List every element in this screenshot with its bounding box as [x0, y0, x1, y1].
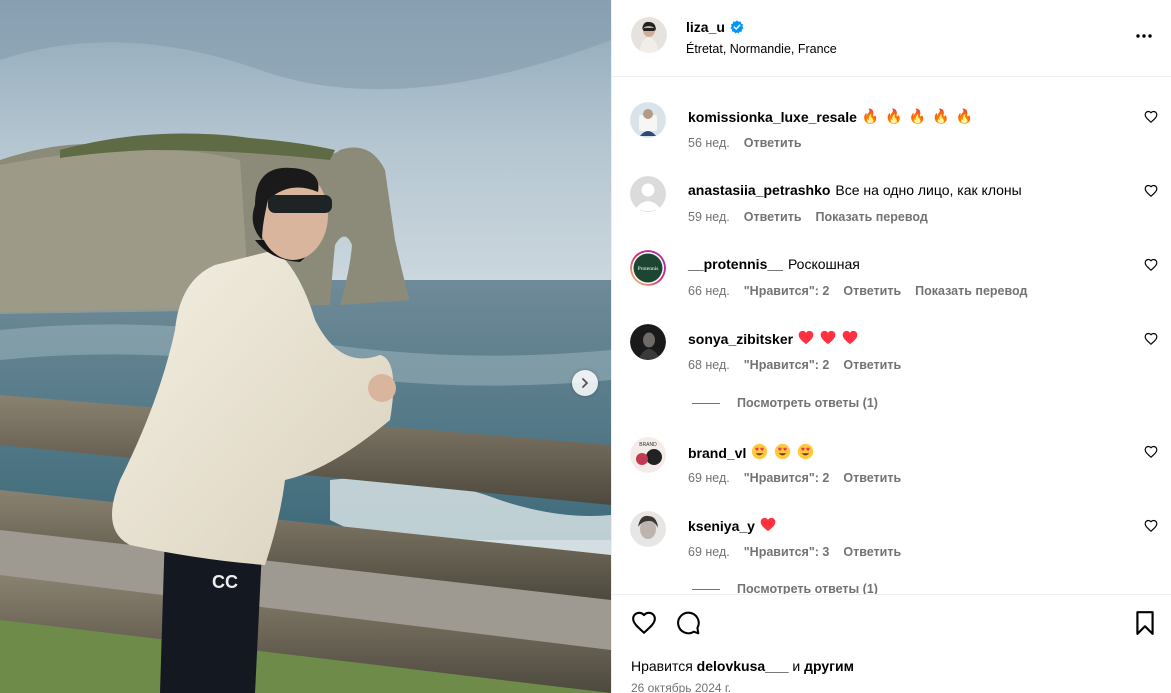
author-username-row: liza_u	[686, 19, 744, 35]
likes-and: и	[792, 658, 801, 674]
post-panel: liza_u Étretat, Normandie, France komiss…	[611, 0, 1171, 693]
photo-image: CC	[0, 0, 611, 693]
fire-emoji: 🔥	[908, 108, 927, 124]
post-footer: Нравится delovkusa___ и другим 26 октябр…	[612, 594, 1171, 693]
commenter-avatar[interactable]	[630, 324, 666, 360]
view-replies-label: Посмотреть ответы (1)	[737, 396, 878, 410]
post-location[interactable]: Étretat, Normandie, France	[686, 42, 837, 56]
heart-eyes-emoji	[775, 443, 791, 460]
small-heart-icon[interactable]	[1144, 332, 1158, 346]
view-replies-label: Посмотреть ответы (1)	[737, 582, 878, 594]
heart-emoji	[842, 330, 858, 345]
comment-emoji	[798, 330, 864, 348]
show-translation-button[interactable]: Показать перевод	[816, 210, 928, 224]
author-username[interactable]: liza_u	[686, 19, 725, 35]
comment-age[interactable]: 59 нед.	[688, 210, 730, 224]
replies-divider	[692, 588, 720, 590]
replies-divider	[692, 402, 720, 404]
small-heart-icon[interactable]	[1144, 110, 1158, 124]
heart-emoji	[798, 330, 814, 345]
commenter-avatar[interactable]	[630, 102, 666, 138]
comment-age[interactable]: 69 нед.	[688, 471, 730, 485]
likes-user-link[interactable]: delovkusa___	[697, 658, 789, 674]
commenter-avatar[interactable]: Protennis	[630, 250, 666, 286]
reply-button[interactable]: Ответить	[843, 545, 901, 559]
comment-age[interactable]: 66 нед.	[688, 284, 730, 298]
comment-likes-count[interactable]: "Нравится": 2	[744, 471, 830, 485]
comment-icon[interactable]	[675, 610, 701, 636]
fire-emoji: 🔥	[885, 108, 903, 124]
svg-text:BRAND: BRAND	[639, 442, 657, 448]
view-replies-button[interactable]: Посмотреть ответы (1)	[692, 582, 878, 594]
comment-likes-count[interactable]: "Нравится": 3	[744, 545, 830, 559]
comment-age[interactable]: 69 нед.	[688, 545, 730, 559]
reply-button[interactable]: Ответить	[744, 210, 802, 224]
more-icon[interactable]	[1134, 26, 1154, 46]
reply-button[interactable]: Ответить	[843, 284, 901, 298]
heart-eyes-emoji	[798, 443, 814, 460]
likes-others-link[interactable]: другим	[804, 658, 854, 674]
view-replies-button[interactable]: Посмотреть ответы (1)	[692, 396, 878, 410]
comment-text: Все на одно лицо, как клоны	[835, 182, 1022, 198]
fire-emoji: 🔥	[861, 108, 880, 124]
next-photo-button[interactable]	[572, 370, 598, 396]
reply-button[interactable]: Ответить	[744, 136, 802, 150]
comment-username[interactable]: brand_vl	[688, 445, 746, 461]
small-heart-icon[interactable]	[1144, 184, 1158, 198]
comment-text: Роскошная	[787, 256, 860, 272]
reply-button[interactable]: Ответить	[843, 358, 901, 372]
next-arrow-icon	[582, 378, 588, 388]
comment-age[interactable]: 56 нед.	[688, 136, 730, 150]
post-header: liza_u Étretat, Normandie, France	[612, 0, 1171, 77]
comment-username[interactable]: __protennis__	[688, 256, 783, 272]
likes-summary: Нравится delovkusa___ и другим	[631, 658, 854, 674]
comment-likes-count[interactable]: "Нравится": 2	[744, 284, 830, 298]
post-photo[interactable]: CC	[0, 0, 611, 693]
commenter-avatar[interactable]	[630, 511, 666, 547]
bookmark-icon[interactable]	[1133, 610, 1157, 636]
comment-username[interactable]: kseniya_y	[688, 518, 755, 534]
commenter-avatar[interactable]	[630, 176, 666, 212]
comment-emoji: 🔥 🔥 🔥 🔥 🔥	[862, 108, 979, 125]
small-heart-icon[interactable]	[1144, 258, 1158, 272]
heart-icon[interactable]	[631, 610, 657, 636]
heart-emoji	[760, 517, 776, 532]
small-heart-icon[interactable]	[1144, 519, 1158, 533]
small-heart-icon[interactable]	[1144, 445, 1158, 459]
protennis-logo-text: Protennis	[638, 266, 659, 272]
verified-icon	[730, 20, 744, 34]
comment-username[interactable]: anastasiia_petrashko	[688, 182, 830, 198]
comment-username[interactable]: sonya_zibitsker	[688, 331, 793, 347]
fire-emoji: 🔥	[955, 108, 974, 124]
author-avatar[interactable]	[631, 17, 667, 53]
comment-username[interactable]: komissionka_luxe_resale	[688, 109, 857, 125]
comment-likes-count[interactable]: "Нравится": 2	[744, 358, 830, 372]
heart-eyes-emoji	[752, 443, 768, 460]
fire-emoji: 🔥	[932, 108, 950, 124]
reply-button[interactable]: Ответить	[843, 471, 901, 485]
post-actions	[631, 610, 701, 636]
likes-prefix: Нравится	[631, 658, 693, 674]
svg-text:CC: CC	[212, 572, 238, 592]
comment-emoji	[751, 443, 820, 463]
show-translation-button[interactable]: Показать перевод	[915, 284, 1027, 298]
comment-emoji	[760, 517, 782, 535]
commenter-avatar[interactable]: BRAND	[630, 437, 666, 473]
heart-emoji	[820, 330, 836, 345]
comment-age[interactable]: 68 нед.	[688, 358, 730, 372]
comments-list[interactable]: komissionka_luxe_resale 🔥 🔥 🔥 🔥 🔥 56 нед. От…	[612, 78, 1171, 594]
post-date[interactable]: 26 октябрь 2024 г.	[631, 681, 731, 693]
